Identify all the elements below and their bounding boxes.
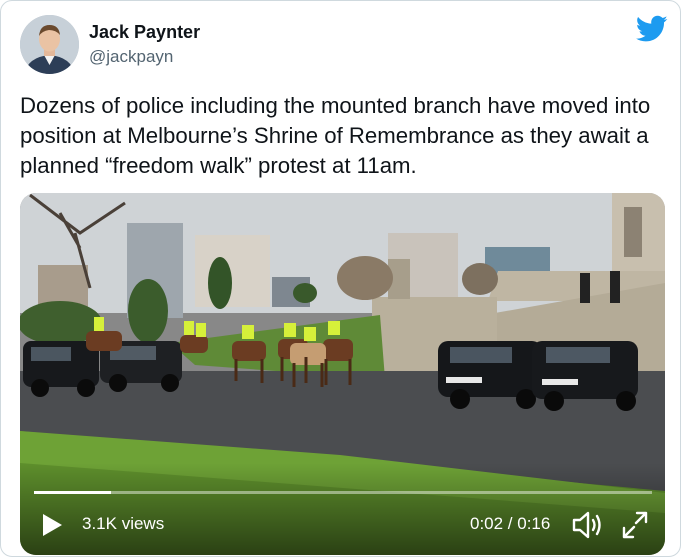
video-controls: 3.1K views 0:02 / 0:16	[20, 498, 665, 555]
video-time: 0:02 / 0:16	[470, 514, 551, 533]
video-player[interactable]: 3.1K views 0:02 / 0:16	[20, 193, 665, 555]
tweet-card: Jack Paynter @jackpayn Dozens of police …	[0, 0, 681, 557]
video-progress-fill	[34, 491, 112, 494]
tweet-text: Dozens of police including the mounted b…	[20, 93, 651, 178]
view-count: 3.1K views	[82, 514, 165, 533]
fullscreen-icon[interactable]	[621, 510, 649, 540]
author-handle[interactable]: @jackpayn	[89, 47, 173, 67]
author-name[interactable]: Jack Paynter	[89, 22, 200, 43]
play-icon[interactable]	[40, 512, 64, 538]
person-avatar-icon	[20, 15, 79, 74]
video-progress-bar[interactable]	[34, 491, 652, 494]
avatar[interactable]	[20, 15, 79, 74]
volume-icon[interactable]	[571, 510, 603, 540]
twitter-bird-icon[interactable]	[636, 15, 668, 43]
